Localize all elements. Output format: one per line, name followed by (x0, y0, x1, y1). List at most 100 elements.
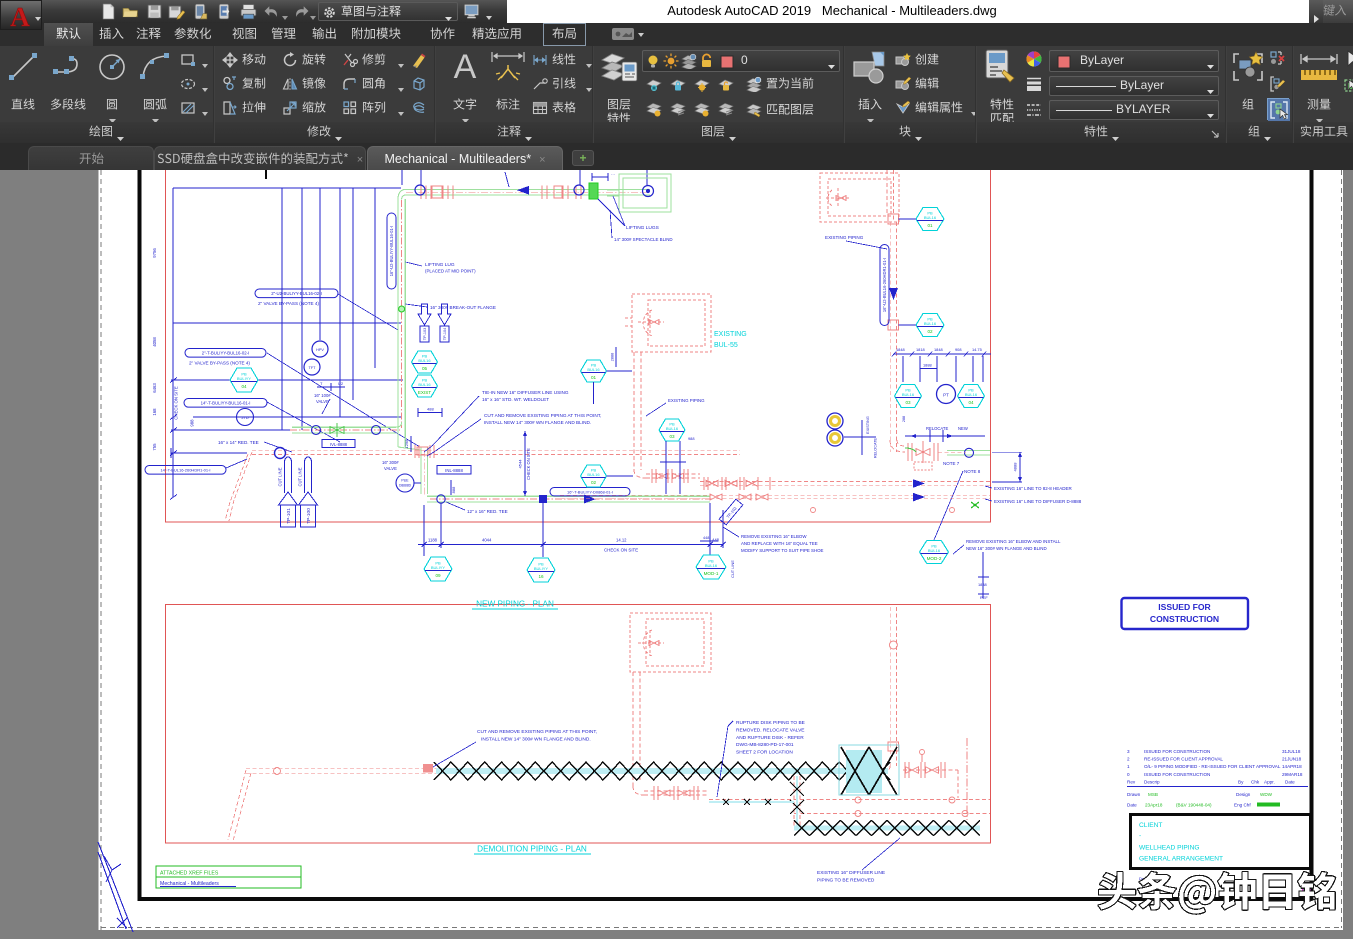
svg-text:9756: 9756 (152, 248, 157, 258)
svg-text:16"-U2-BUL16-260HDR1-01-I: 16"-U2-BUL16-260HDR1-01-I (882, 258, 887, 312)
svg-text:MSB: MSB (1148, 792, 1158, 797)
svg-text:1888: 1888 (923, 363, 932, 368)
svg-text:1818: 1818 (916, 347, 925, 352)
svg-text:16" 300#: 16" 300# (382, 460, 399, 465)
svg-text:LIFTING LUGS: LIFTING LUGS (626, 225, 659, 231)
svg-text:BUL-55: BUL-55 (714, 342, 738, 349)
svg-text:HPV: HPV (316, 348, 324, 352)
svg-text:21JUN18: 21JUN18 (1282, 757, 1302, 762)
svg-text:A: A (454, 48, 477, 84)
svg-text:14" 300# SPECTACLE BLIND: 14" 300# SPECTACLE BLIND (614, 237, 673, 242)
svg-text:EXISTING PIPING: EXISTING PIPING (668, 398, 705, 403)
svg-text:ISSUED FOR CONSTRUCTION: ISSUED FOR CONSTRUCTION (1144, 749, 1210, 754)
svg-text:BUL16: BUL16 (418, 358, 431, 363)
svg-text:WDW: WDW (1260, 792, 1273, 797)
svg-text:448: 448 (703, 536, 709, 540)
svg-text:01: 01 (927, 223, 933, 228)
svg-text:3: 3 (1127, 749, 1130, 754)
svg-text:TP-104: TP-104 (443, 328, 447, 340)
svg-text:BUL16: BUL16 (587, 472, 600, 477)
svg-text:BULIYY: BULIYY (534, 566, 549, 571)
svg-text:EXISTING 16" LINE TO DIFFUSER: EXISTING 16" LINE TO DIFFUSER D-8888 (994, 499, 1082, 504)
svg-text:PT: PT (943, 393, 949, 398)
svg-text:14.75: 14.75 (972, 347, 982, 352)
svg-text:14"-T-BUL16-260HDR1-01-I: 14"-T-BUL16-260HDR1-01-I (160, 467, 210, 472)
svg-text:DEMOLITION PIPING - PLAN: DEMOLITION PIPING - PLAN (477, 845, 587, 854)
svg-text:MOD-1: MOD-1 (704, 571, 719, 576)
svg-text:16" 300# BREAK-OUT FLANGE: 16" 300# BREAK-OUT FLANGE (430, 305, 496, 310)
svg-text:Design: Design (1236, 792, 1251, 797)
svg-text:Chk: Chk (1251, 780, 1260, 785)
svg-text:GENERAL ARRANGEMENT: GENERAL ARRANGEMENT (1139, 856, 1223, 863)
svg-text:INSTALL NEW 14" 300# WN FLANGE: INSTALL NEW 14" 300# WN FLANGE AND BLIND… (484, 420, 591, 425)
svg-text:Date: Date (1285, 780, 1295, 785)
svg-text:Descrip: Descrip (1144, 780, 1160, 785)
svg-text:BUL16: BUL16 (965, 392, 978, 397)
svg-text:31JUL18: 31JUL18 (1282, 749, 1301, 754)
svg-text:P&E: P&E (401, 479, 409, 483)
svg-text:01: 01 (591, 375, 597, 380)
svg-text:IVL-8888: IVL-8888 (330, 442, 348, 447)
svg-text:EXIST: EXIST (418, 390, 431, 395)
svg-text:ISSUED FOR CONSTRUCTION: ISSUED FOR CONSTRUCTION (1144, 772, 1210, 777)
svg-text:BUL16: BUL16 (418, 382, 431, 387)
svg-text:29MAR18: 29MAR18 (1282, 772, 1303, 777)
svg-text:BUL16: BUL16 (666, 426, 679, 431)
svg-text:(PLACED AT MID POINT): (PLACED AT MID POINT) (425, 269, 476, 274)
svg-text:TFT: TFT (309, 366, 317, 370)
svg-text:NOTE 7: NOTE 7 (943, 461, 960, 466)
svg-text:D8888D: D8888D (399, 484, 412, 488)
svg-text:TIE-IN NEW 16" DIFFUSER LINE U: TIE-IN NEW 16" DIFFUSER LINE USING (482, 390, 569, 395)
svg-text:488: 488 (427, 407, 434, 412)
svg-text:REMOVE EXISTING 16" ELBOW: REMOVE EXISTING 16" ELBOW (741, 534, 807, 539)
svg-text:NOTE 8: NOTE 8 (964, 469, 981, 474)
svg-text:CUT LINE: CUT LINE (298, 467, 303, 486)
svg-text:NEW 16" 300# WN FLANGE AND BLI: NEW 16" 300# WN FLANGE AND BLIND (966, 546, 1047, 551)
svg-text:1848: 1848 (896, 347, 905, 352)
svg-text:ATTACHED XREF FILES: ATTACHED XREF FILES (160, 871, 219, 877)
svg-text:888: 888 (451, 486, 456, 493)
svg-text:1: 1 (1127, 764, 1130, 769)
svg-text:1188: 1188 (428, 538, 438, 543)
svg-text:09: 09 (435, 573, 441, 578)
svg-text:14"-T-BULIYY-BUL16-01-I: 14"-T-BULIYY-BUL16-01-I (201, 400, 251, 405)
svg-text:WELLHEAD PIPING: WELLHEAD PIPING (1139, 845, 1199, 852)
svg-text:2"-U2-BULIYY-BUL16-02-I: 2"-U2-BULIYY-BUL16-02-I (271, 291, 322, 296)
svg-text:12" x 16" RED. TEE: 12" x 16" RED. TEE (467, 509, 508, 514)
svg-text:4544: 4544 (518, 459, 523, 469)
svg-text:Drawn: Drawn (1127, 792, 1141, 797)
svg-text:BUL16: BUL16 (587, 367, 600, 372)
svg-text:RELOCATE: RELOCATE (874, 437, 878, 458)
svg-text:REF: REF (980, 595, 988, 600)
svg-text:U2: U2 (338, 381, 344, 386)
svg-text:A: A (10, 2, 30, 31)
svg-text:CHECK ON SITE: CHECK ON SITE (526, 448, 531, 480)
svg-text:EXISTING PIPING: EXISTING PIPING (825, 235, 864, 240)
svg-text:By: By (1238, 780, 1244, 785)
svg-text:TP-100: TP-100 (306, 508, 312, 524)
svg-text:1298: 1298 (404, 439, 409, 449)
svg-text:CLIENT: CLIENT (1139, 822, 1162, 829)
svg-text:ISSUED FOR: ISSUED FOR (1158, 602, 1211, 612)
svg-text:SHEET 2 FOR LOCATION: SHEET 2 FOR LOCATION (736, 750, 793, 756)
svg-text:6463: 6463 (152, 383, 157, 393)
svg-text:2"-T-BULIYY-BUL16-02-I: 2"-T-BULIYY-BUL16-02-I (202, 350, 249, 355)
svg-text:CUT LINE: CUT LINE (278, 467, 283, 486)
svg-text:NEW PIPING - PLAN: NEW PIPING - PLAN (476, 600, 554, 609)
svg-text:168: 168 (152, 408, 157, 416)
svg-text:LIFTING LUG: LIFTING LUG (425, 262, 455, 268)
svg-text:1848: 1848 (934, 347, 943, 352)
svg-text:Mechanical - Multileaders: Mechanical - Multileaders (160, 881, 219, 887)
svg-text:BUL16: BUL16 (705, 563, 718, 568)
svg-text:CUT AND REMOVE EXISTING PIPING: CUT AND REMOVE EXISTING PIPING AT THIS P… (477, 729, 597, 735)
svg-text:CONSTRUCTION: CONSTRUCTION (1150, 614, 1219, 624)
svg-text:05: 05 (422, 366, 428, 371)
svg-text:BULIYY: BULIYY (431, 565, 446, 570)
svg-text:16"-T-BULIYY-D0868-01-I: 16"-T-BULIYY-D0868-01-I (567, 489, 613, 494)
svg-text:755: 755 (152, 443, 157, 451)
svg-text:CHECK ON SITE: CHECK ON SITE (604, 548, 638, 553)
svg-text:-: - (1139, 833, 1141, 840)
svg-text:908: 908 (955, 347, 962, 352)
svg-text:03: 03 (669, 434, 675, 439)
svg-text:BULIYY: BULIYY (237, 376, 252, 381)
